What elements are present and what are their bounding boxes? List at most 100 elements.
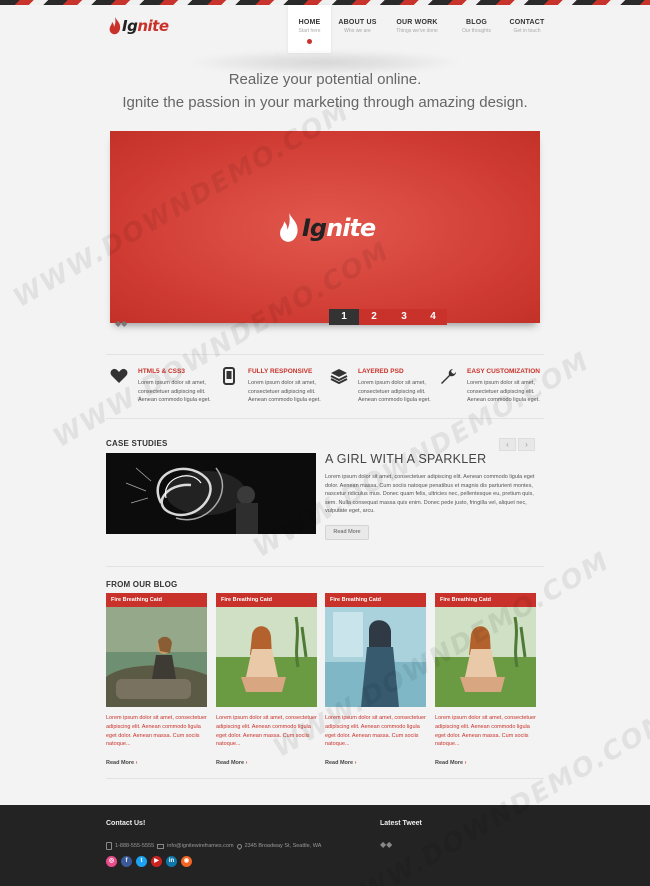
footer-tweet-title: Latest Tweet <box>380 820 422 827</box>
slider-page-2[interactable]: 2 <box>359 309 389 325</box>
blog-post-header[interactable]: Fire Breathing Catd <box>325 593 426 607</box>
feature-description: Lorem ipsum dolor sit amet, consectetuer… <box>358 380 431 403</box>
divider <box>106 354 544 355</box>
feature-title: LAYERED PSD <box>358 368 404 375</box>
photo-girl-on-car <box>106 607 207 707</box>
slider-page-4[interactable]: 4 <box>419 309 447 325</box>
rss-icon[interactable]: ◉ <box>181 856 192 867</box>
read-more-label: Read More <box>216 760 245 766</box>
nav-item-home[interactable]: HOME Start here <box>288 5 331 53</box>
divider <box>106 566 544 567</box>
arrow-right-icon: › <box>245 760 248 766</box>
feature-description: Lorem ipsum dolor sit amet, consectetuer… <box>248 380 321 403</box>
blog-post-header[interactable]: Fire Breathing Catd <box>106 593 207 607</box>
main-nav: HOME Start here ABOUT US Who we are OUR … <box>288 5 550 53</box>
facebook-icon[interactable]: f <box>121 856 132 867</box>
blog-section-title: FROM OUR BLOG <box>106 580 178 589</box>
case-studies-nav: ‹ › <box>499 438 535 451</box>
logo[interactable]: Ignite <box>109 16 169 36</box>
slider-logo-text: Ignite <box>302 214 376 242</box>
read-more-label: Read More <box>325 760 354 766</box>
flame-icon <box>109 17 121 35</box>
footer-contact-title: Contact Us! <box>106 820 146 827</box>
divider <box>106 778 544 779</box>
nav-label: ABOUT US <box>338 19 377 26</box>
case-studies-title: CASE STUDIES <box>106 439 168 448</box>
nav-label: HOME <box>298 19 321 26</box>
wrench-icon <box>441 369 456 384</box>
blog-post-image[interactable] <box>216 607 317 707</box>
blog-post-image[interactable] <box>435 607 536 707</box>
feature-title: FULLY RESPONSIVE <box>248 368 313 375</box>
blog-post-excerpt: Lorem ipsum dolor sit amet, consectetuer… <box>106 715 207 748</box>
footer: Contact Us! Latest Tweet 1-888-555-5555 … <box>0 805 650 886</box>
footer-email[interactable]: info@ignitewireframes.com <box>167 843 233 849</box>
feature-title: HTML5 & CSS3 <box>138 368 185 375</box>
nav-sublabel: Things we've done <box>396 28 438 34</box>
heart-icon <box>110 368 128 383</box>
blog-post-header[interactable]: Fire Breathing Catd <box>216 593 317 607</box>
linkedin-icon[interactable]: in <box>166 856 177 867</box>
feature-title: EASY CUSTOMIZATION <box>467 368 540 375</box>
blog-post-card[interactable]: Fire Breathing Catd Lorem ipsum dolor si… <box>216 593 317 766</box>
hero-subtagline: Ignite the passion in your marketing thr… <box>122 94 528 111</box>
envelope-icon <box>157 843 165 849</box>
social-icons: ◎ f t ▶ in ◉ <box>106 856 192 867</box>
footer-phone: 1-888-555-5555 <box>115 843 155 849</box>
feature-description: Lorem ipsum dolor sit amet, consectetuer… <box>138 380 211 403</box>
dribbble-icon[interactable]: ◎ <box>106 856 117 867</box>
blog-post-card[interactable]: Fire Breathing Catd Lorem ipsum dolor si… <box>106 593 207 766</box>
read-more-label: Read More <box>435 760 464 766</box>
location-pin-icon <box>235 842 243 850</box>
blog-post-excerpt: Lorem ipsum dolor sit amet, consectetuer… <box>325 715 426 748</box>
photo-girl-in-grass <box>216 607 317 707</box>
blog-post-card[interactable]: Fire Breathing Catd Lorem ipsum dolor si… <box>435 593 536 766</box>
blog-post-card[interactable]: Fire Breathing Catd Lorem ipsum dolor si… <box>325 593 426 766</box>
flame-icon <box>280 213 298 242</box>
layers-icon <box>330 369 348 385</box>
blog-read-more-link[interactable]: Read More › <box>106 760 138 766</box>
nav-label: OUR WORK <box>396 19 438 26</box>
photo-girl-in-grass <box>435 607 536 707</box>
blog-post-header[interactable]: Fire Breathing Catd <box>435 593 536 607</box>
blog-post-excerpt: Lorem ipsum dolor sit amet, consectetuer… <box>216 715 317 748</box>
divider <box>106 418 544 419</box>
nav-label: CONTACT <box>509 19 545 26</box>
blog-read-more-link[interactable]: Read More › <box>325 760 357 766</box>
twitter-icon[interactable]: t <box>136 856 147 867</box>
case-study-image[interactable] <box>106 453 316 534</box>
slider-arrows-icon[interactable]: ◆◆ <box>115 319 127 328</box>
nav-sublabel: Start here <box>298 28 321 34</box>
blog-post-image[interactable] <box>106 607 207 707</box>
blog-post-image[interactable] <box>325 607 426 707</box>
feature-description: Lorem ipsum dolor sit amet, consectetuer… <box>467 380 540 403</box>
tweet-arrows-icon[interactable]: ◆◆ <box>380 840 392 849</box>
active-indicator-dot <box>307 39 312 44</box>
nav-sublabel: Our thoughts <box>462 28 491 34</box>
slider-page-3[interactable]: 3 <box>389 309 419 325</box>
nav-item-about[interactable]: ABOUT US Who we are <box>333 5 382 53</box>
next-arrow-icon[interactable]: › <box>518 438 535 451</box>
read-more-button[interactable]: Read More <box>325 525 369 540</box>
case-study-heading: A GIRL WITH A SPARKLER <box>325 452 487 466</box>
nav-item-contact[interactable]: CONTACT Get in touch <box>504 5 550 53</box>
prev-arrow-icon[interactable]: ‹ <box>499 438 516 451</box>
case-study-text: Lorem ipsum dolor sit amet, consectetuer… <box>325 474 535 515</box>
slider-pager: 1 2 3 4 <box>329 309 447 325</box>
blog-read-more-link[interactable]: Read More › <box>216 760 248 766</box>
read-more-label: Read More <box>106 760 135 766</box>
slider-page-1[interactable]: 1 <box>329 309 359 325</box>
footer-contact-info: 1-888-555-5555 info@ignitewireframes.com… <box>106 842 321 850</box>
blog-read-more-link[interactable]: Read More › <box>435 760 467 766</box>
footer-address: 2345 Broadway St, Seattle, WA <box>244 843 322 849</box>
arrow-right-icon: › <box>354 760 357 766</box>
nav-label: BLOG <box>465 19 488 26</box>
nav-sublabel: Who we are <box>344 28 371 34</box>
photo-girl-by-window <box>325 607 426 707</box>
logo-text: Ignite <box>122 17 169 35</box>
nav-item-blog[interactable]: BLOG Our thoughts <box>454 5 499 53</box>
youtube-icon[interactable]: ▶ <box>151 856 162 867</box>
nav-item-our-work[interactable]: OUR WORK Things we've done <box>388 5 446 53</box>
blog-post-excerpt: Lorem ipsum dolor sit amet, consectetuer… <box>435 715 536 748</box>
hero-tagline: Realize your potential online. <box>228 71 422 88</box>
